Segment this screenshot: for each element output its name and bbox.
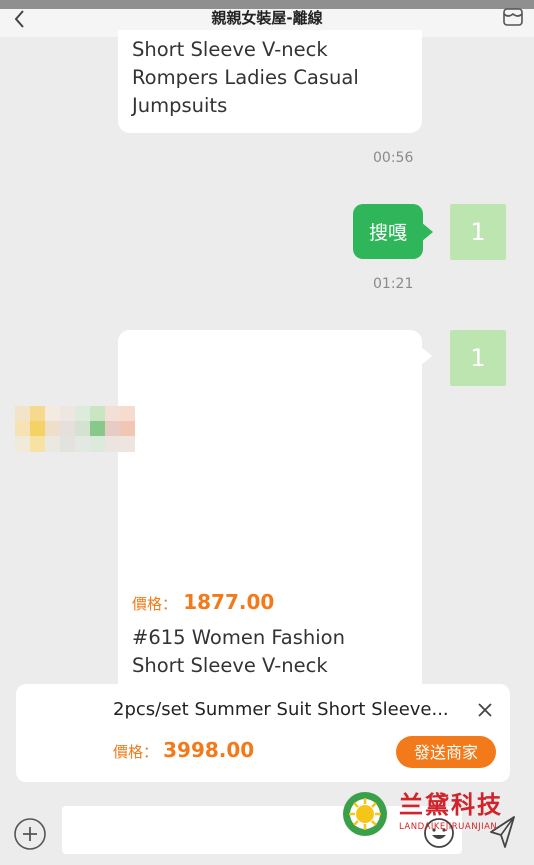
avatar-initial: 1 — [470, 344, 486, 372]
product-preview-title: 2pcs/set Summer Suit Short Sleeve... — [113, 699, 449, 720]
product-title-line: #615 Women Fashion — [132, 626, 345, 649]
plus-circle-icon — [14, 818, 46, 850]
message-line: Jumpsuits — [132, 94, 228, 117]
page-title: 親親女裝屋-離線 — [211, 9, 323, 27]
sunflower-logo-icon — [343, 792, 387, 836]
pixelated-avatar — [15, 406, 135, 452]
product-price-row: 價格： 1877.00 — [132, 588, 274, 618]
close-button[interactable] — [474, 699, 496, 721]
add-button[interactable] — [13, 817, 47, 851]
watermark-chinese: 兰黛科技 — [399, 791, 503, 819]
avatar[interactable]: 1 — [450, 204, 506, 260]
price-value: 3998.00 — [163, 738, 255, 762]
message-timestamp: 00:56 — [373, 150, 414, 166]
avatar-initial: 1 — [470, 218, 486, 246]
status-strip — [0, 0, 534, 9]
price-label: 價格： — [113, 743, 159, 761]
product-image — [118, 330, 422, 580]
sent-message-bubble[interactable]: 搜嘎 — [353, 204, 423, 259]
message-text: 搜嘎 — [368, 222, 407, 244]
product-title: #615 Women Fashion Short Sleeve V-neck — [132, 624, 345, 680]
message-line: Rompers Ladies Casual — [132, 66, 359, 89]
price-label: 價格： — [132, 595, 178, 613]
price-value: 1877.00 — [183, 590, 275, 614]
product-title-line: Short Sleeve V-neck — [132, 654, 328, 677]
product-message-bubble[interactable]: Short Sleeve V-neck Rompers Ladies Casua… — [118, 30, 422, 133]
watermark-english: LANDAIKEJIRUANJIAN — [399, 822, 498, 832]
watermark: 兰黛科技 LANDAIKEJIRUANJIAN — [341, 790, 531, 840]
bubble-tail — [420, 346, 432, 366]
store-button[interactable] — [502, 6, 524, 28]
close-icon — [478, 703, 492, 717]
product-card-bubble[interactable]: 價格： 1877.00 #615 Women Fashion Short Sle… — [118, 330, 422, 710]
message-line: Short Sleeve V-neck — [132, 38, 328, 61]
bubble-tail — [421, 222, 433, 242]
message-timestamp: 01:21 — [373, 276, 414, 292]
store-icon — [503, 8, 523, 26]
avatar[interactable]: 1 — [450, 330, 506, 386]
send-to-merchant-button[interactable]: 發送商家 — [396, 736, 496, 768]
product-preview-price-row: 價格： 3998.00 — [113, 738, 254, 762]
product-preview-bar: 2pcs/set Summer Suit Short Sleeve... 價格：… — [16, 684, 510, 782]
